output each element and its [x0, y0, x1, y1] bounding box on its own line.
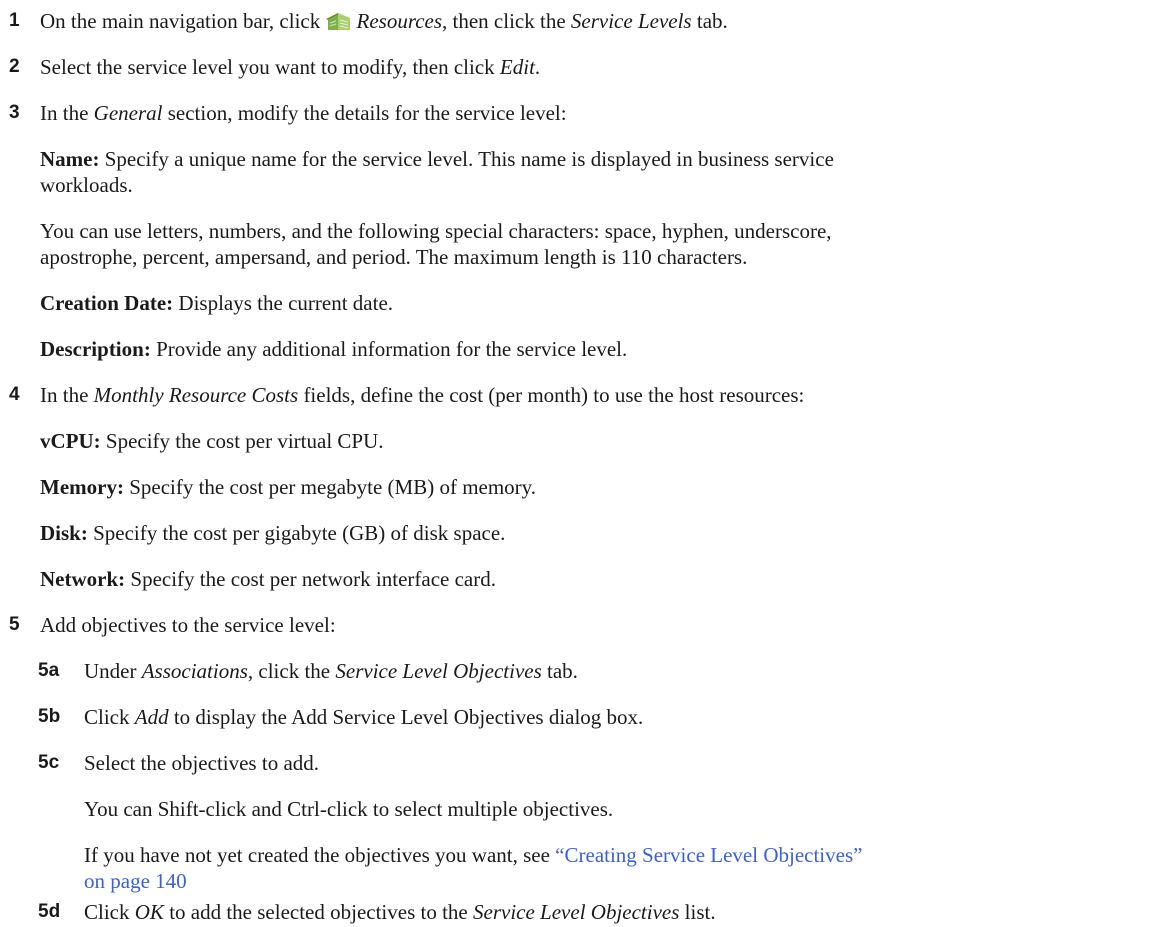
substep-5d-text: Click OK to add the selected objectives …	[84, 899, 716, 925]
description-field-description: Description: Provide any additional info…	[40, 336, 627, 362]
step-number: 2	[9, 56, 20, 77]
network-description: Network: Specify the cost per network in…	[40, 566, 496, 592]
edit-action-text: Edit	[499, 55, 535, 79]
step-5-text: Add objectives to the service level:	[40, 613, 336, 637]
description-text: Provide any additional information for t…	[150, 337, 628, 361]
chars-text-2: apostrophe, percent, ampersand, and peri…	[40, 245, 748, 269]
associations-text: Associations	[141, 659, 248, 683]
creation-date-label: Creation Date:	[40, 291, 174, 315]
document-page: 1 On the main navigation bar, click Reso…	[0, 0, 1173, 927]
substep-5b-text-c: to display the Add Service Level Objecti…	[168, 705, 644, 729]
step-4-text-c: fields, define the cost (per month) to u…	[298, 383, 805, 407]
substep-number: 5b	[38, 706, 61, 727]
vcpu-text: Specify the cost per virtual CPU.	[100, 429, 384, 453]
disk-description: Disk: Specify the cost per gigabyte (GB)…	[40, 520, 505, 546]
network-label: Network:	[40, 567, 126, 591]
step-4-text: In the Monthly Resource Costs fields, de…	[40, 382, 804, 408]
substep-5c-note-2-cont: on page 140	[84, 868, 187, 894]
name-text-1: Specify a unique name for the service le…	[99, 147, 834, 171]
resources-building-icon	[325, 13, 350, 30]
substep-5d-text-a: Click	[84, 900, 135, 924]
name-text-2: workloads.	[40, 173, 133, 197]
add-action-text: Add	[134, 705, 169, 729]
service-level-objectives-list-text: Service Level Objectives	[473, 900, 680, 924]
step-2-text-a: Select the service level you want to mod…	[40, 55, 500, 79]
step-2-text: Select the service level you want to mod…	[40, 54, 540, 80]
step-3-text-a: In the	[40, 101, 94, 125]
allowed-characters-text: You can use letters, numbers, and the fo…	[40, 218, 832, 244]
ok-action-text: OK	[134, 900, 164, 924]
name-label: Name:	[40, 147, 100, 171]
step-number: 1	[9, 10, 20, 31]
disk-text: Specify the cost per gigabyte (GB) of di…	[87, 521, 506, 545]
step-1-text: On the main navigation bar, click Resour…	[40, 8, 728, 34]
substep-5c-note-2: If you have not yet created the objectiv…	[84, 842, 862, 868]
service-level-objectives-tab-text: Service Level Objectives	[335, 659, 542, 683]
step-number: 5	[9, 614, 20, 635]
step-number: 4	[9, 384, 20, 405]
creation-date-description: Creation Date: Displays the current date…	[40, 290, 393, 316]
step-1-text-a: On the main navigation bar, click	[40, 9, 326, 33]
substep-5a-text-a: Under	[84, 659, 142, 683]
memory-description: Memory: Specify the cost per megabyte (M…	[40, 474, 536, 500]
service-levels-tab-text: Service Levels	[570, 9, 692, 33]
substep-5c-text: Select the objectives to add.	[84, 751, 320, 775]
step-3-text-c: section, modify the details for the serv…	[162, 101, 567, 125]
disk-label: Disk:	[40, 521, 88, 545]
allowed-characters-text-cont: apostrophe, percent, ampersand, and peri…	[40, 244, 747, 270]
vcpu-description: vCPU: Specify the cost per virtual CPU.	[40, 428, 384, 454]
name-field-description-cont: workloads.	[40, 172, 133, 198]
step-4-text-a: In the	[40, 383, 94, 407]
substep-5a-text-c: , click the	[247, 659, 336, 683]
substep-5d-text-c: to add the selected objectives to the	[163, 900, 474, 924]
substep-5b-text: Click Add to display the Add Service Lev…	[84, 704, 643, 730]
step-3-text: In the General section, modify the detai…	[40, 100, 567, 126]
substep-5a-text-e: tab.	[541, 659, 578, 683]
substep-5c-note-2-text: If you have not yet created the objectiv…	[84, 843, 556, 867]
step-number: 3	[9, 102, 20, 123]
substep-5a-text: Under Associations, click the Service Le…	[84, 658, 578, 684]
page-140-link[interactable]: on page 140	[84, 869, 187, 893]
substep-number: 5d	[38, 901, 61, 922]
step-1-text-e: tab.	[691, 9, 728, 33]
substep-5c-note-1: You can Shift-click and Ctrl-click to se…	[84, 797, 614, 821]
network-text: Specify the cost per network interface c…	[125, 567, 496, 591]
resources-link-text: Resources	[356, 9, 443, 33]
substep-number: 5a	[38, 660, 60, 681]
memory-text: Specify the cost per megabyte (MB) of me…	[123, 475, 537, 499]
substep-5d-text-e: list.	[679, 900, 716, 924]
memory-label: Memory:	[40, 475, 124, 499]
creation-date-text: Displays the current date.	[173, 291, 394, 315]
description-label: Description:	[40, 337, 151, 361]
substep-5b-text-a: Click	[84, 705, 135, 729]
step-1-text-c: , then click the	[442, 9, 571, 33]
general-section-text: General	[93, 101, 163, 125]
substep-number: 5c	[38, 752, 60, 773]
creating-slo-link[interactable]: “Creating Service Level Objectives”	[555, 843, 862, 867]
name-field-description: Name: Specify a unique name for the serv…	[40, 146, 834, 172]
monthly-resource-costs-text: Monthly Resource Costs	[93, 383, 299, 407]
step-2-text-c: .	[534, 55, 541, 79]
chars-text-1: You can use letters, numbers, and the fo…	[40, 219, 832, 243]
vcpu-label: vCPU:	[40, 429, 101, 453]
